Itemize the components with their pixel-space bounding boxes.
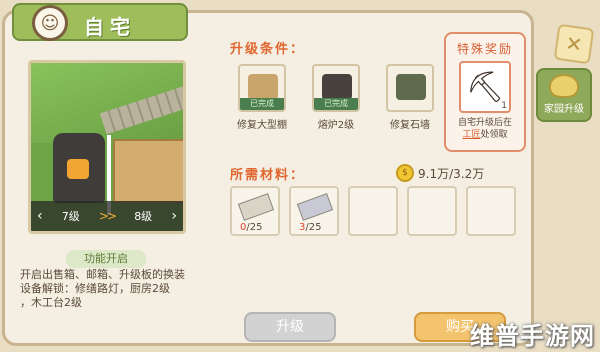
- smiley-face-icon: ☺: [32, 5, 68, 41]
- conditions-heading: 升级条件：: [230, 42, 306, 57]
- reward-desc-rest: 处领取: [480, 130, 508, 140]
- material-slot-empty: [466, 186, 516, 236]
- side-tab-label: 家园升级: [544, 104, 584, 115]
- condition-label: 修复石墙: [390, 120, 430, 131]
- home-upgrade-icon: [549, 74, 579, 98]
- tab-home-upgrade[interactable]: 家园升级: [536, 68, 592, 122]
- level-current: 7级: [61, 210, 80, 223]
- chevron-right-icon[interactable]: ›: [171, 208, 177, 224]
- function-line: ，木工台2级: [20, 296, 82, 309]
- material-slot-empty: [348, 186, 398, 236]
- shed-icon: 已完成: [238, 64, 286, 112]
- condition-label: 修复大型棚: [237, 120, 287, 131]
- metal-plate-icon: [296, 193, 334, 221]
- material-slot[interactable]: 0/25: [230, 186, 280, 236]
- stone-wall-icon: [386, 64, 434, 112]
- chevron-left-icon[interactable]: ‹: [37, 208, 43, 224]
- coin-cost: $ 9.1万/3.2万: [396, 164, 484, 182]
- furnace-icon: 已完成: [312, 64, 360, 112]
- level-next: 8级: [134, 210, 153, 223]
- coin-amount: 9.1万/3.2万: [418, 166, 485, 181]
- condition-item[interactable]: 已完成 熔炉2级: [296, 64, 376, 131]
- status-badge: 已完成: [314, 98, 358, 110]
- material-slot-empty: [407, 186, 457, 236]
- function-line: 开启出售箱、邮箱、升级板的换装: [20, 268, 185, 281]
- title-banner: ☺ 自宅: [12, 3, 188, 41]
- reward-count: 1: [501, 101, 507, 111]
- page-title: 自宅: [84, 15, 136, 39]
- material-qty: 0/25: [240, 222, 263, 233]
- close-icon[interactable]: ✕: [553, 23, 595, 65]
- level-bar: ‹ 7级 >> 8级 ›: [31, 201, 183, 231]
- reward-desc-line: 自宅升级后在: [457, 118, 512, 128]
- function-title: 功能开启: [66, 250, 146, 268]
- condition-label: 熔炉2级: [317, 120, 355, 131]
- coin-icon: $: [396, 164, 414, 182]
- reward-description: 自宅升级后在 工匠处领取: [446, 117, 524, 141]
- plank-icon: [237, 193, 275, 221]
- material-qty: 3/25: [299, 222, 322, 233]
- upgrade-button[interactable]: 升级: [244, 312, 336, 342]
- status-badge: 已完成: [240, 98, 284, 110]
- materials-heading: 所需材料：: [230, 168, 306, 183]
- special-reward[interactable]: 特殊奖励 ⛏ 1 自宅升级后在 工匠处领取: [444, 32, 526, 152]
- function-description: 开启出售箱、邮箱、升级板的换装 设备解锁：修缮路灯，厨房2级 ，木工台2级: [20, 268, 210, 310]
- material-slot[interactable]: 3/25: [289, 186, 339, 236]
- craftsman-link[interactable]: 工匠: [462, 130, 480, 140]
- function-line: 设备解锁：修缮路灯，厨房2级: [20, 282, 170, 295]
- chevrons-right-icon: >>: [98, 209, 117, 223]
- condition-item[interactable]: 已完成 修复大型棚: [222, 64, 302, 131]
- furnace-image: [53, 133, 105, 203]
- pickaxe-icon: ⛏ 1: [459, 61, 511, 113]
- building-preview: ‹ 7级 >> 8级 ›: [28, 60, 186, 234]
- watermark-logo: 维普手游网: [470, 322, 595, 350]
- condition-item[interactable]: 修复石墙: [370, 64, 450, 131]
- reward-title: 特殊奖励: [456, 42, 513, 56]
- shed-image: [113, 139, 183, 203]
